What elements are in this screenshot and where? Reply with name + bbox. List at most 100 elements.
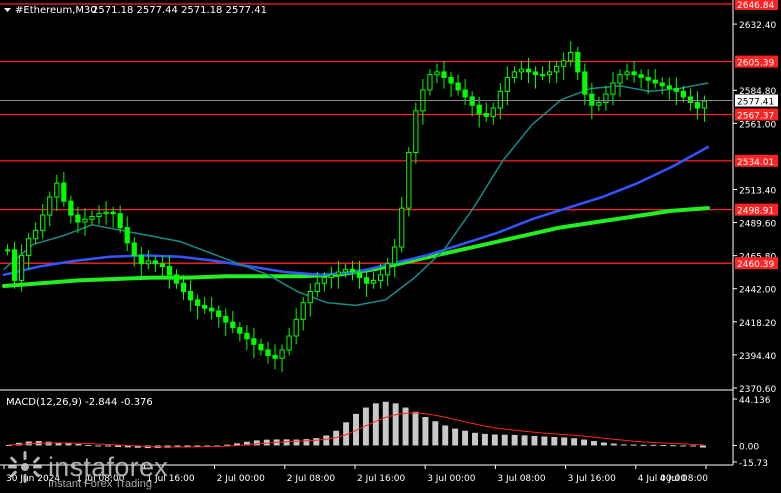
macd-histogram-bar — [610, 443, 617, 446]
candle-body-bull — [103, 211, 109, 215]
candle-body-bear — [532, 71, 539, 76]
candle-body-bull — [335, 271, 342, 276]
candle-body-bull — [511, 71, 518, 78]
chart-svg[interactable]: 2577.41 2632.40 2584.80 2561.00 2513.40 2489… — [0, 0, 781, 489]
candle-body-bear — [582, 71, 588, 95]
candle-body-bull — [26, 238, 32, 256]
macd-histogram-bar — [392, 403, 399, 446]
macd-histogram-bar — [442, 425, 449, 446]
candle-body-bear — [258, 343, 264, 351]
candle-body-bull — [328, 274, 334, 279]
candle-body-bull — [40, 214, 46, 231]
price-axis-label: 2394.40 — [739, 352, 776, 362]
candle-body-bull — [610, 82, 616, 95]
candle-body-bear — [131, 242, 137, 256]
candle-body-bull — [96, 213, 102, 217]
candle-body-bull — [546, 71, 553, 76]
current-price-text: 2577.41 — [737, 98, 774, 108]
macd-histogram-bar — [283, 439, 290, 446]
candle-body-bull — [18, 254, 25, 281]
macd-histogram-bar — [462, 430, 469, 446]
macd-histogram-bar — [650, 444, 657, 446]
candle-body-bear — [237, 327, 243, 334]
macd-histogram-bar — [561, 437, 568, 446]
price-axis-label: 2584.80 — [739, 87, 776, 97]
candle-body-bear — [117, 213, 123, 229]
level-label-text: 2498.91 — [737, 207, 774, 217]
price-axis-label: 2632.40 — [739, 21, 776, 31]
candle-body-bear — [230, 321, 236, 329]
candle-body-bull — [427, 74, 433, 91]
macd-axis-label: -15.73 — [739, 459, 768, 469]
candle-body-bear — [11, 249, 18, 281]
macd-histogram-bar — [432, 421, 439, 446]
macd-histogram-bar — [85, 445, 92, 447]
candle-body-bull — [314, 282, 320, 293]
time-axis-label: 3 Jul 00:00 — [427, 474, 476, 484]
candle-body-bull — [497, 90, 503, 109]
candle-body-bull — [539, 74, 546, 77]
candle-body-bear — [645, 76, 651, 81]
candle-body-bear — [363, 277, 370, 284]
candle-body-bear — [631, 71, 637, 76]
candle-body-bull — [504, 76, 510, 92]
candle-body-bear — [209, 307, 215, 312]
macd-histogram-bar — [640, 444, 647, 446]
macd-histogram-bar — [571, 438, 578, 446]
macd-histogram-bar — [531, 435, 538, 446]
candle-body-bear — [166, 266, 173, 276]
candle-body-bull — [603, 93, 609, 103]
candle-body-bull — [82, 218, 88, 223]
level-label-text: 2460.39 — [737, 260, 774, 270]
level-label-text: 2534.01 — [737, 158, 774, 168]
price-axis-label: 2442.00 — [739, 286, 776, 296]
macd-histogram-bar — [422, 417, 429, 446]
candle-body-bull — [554, 65, 560, 73]
candle-body-bull — [54, 182, 60, 198]
candle-body-bear — [152, 260, 158, 265]
candle-body-bear — [173, 274, 180, 284]
candle-body-bear — [251, 338, 257, 345]
candle-body-bull — [399, 207, 405, 248]
price-axis-label: 2489.60 — [739, 220, 776, 230]
macd-histogram-bar — [75, 443, 82, 446]
macd-histogram-bar — [303, 439, 310, 446]
macd-histogram-bar — [115, 445, 122, 448]
candle-body-bull — [33, 229, 39, 240]
candle-body-bear — [75, 214, 81, 223]
price-axis-label: 2513.40 — [739, 186, 776, 196]
candle-body-bear — [180, 282, 187, 293]
candle-body-bull — [518, 68, 525, 73]
level-label: 2534.01 — [735, 154, 778, 168]
candle-body-bear — [61, 182, 67, 202]
macd-histogram-bar — [313, 438, 320, 446]
candle-body-bull — [617, 74, 623, 84]
macd-histogram-bar — [382, 401, 389, 446]
macd-histogram-bar — [521, 435, 528, 446]
chart-header: #Ethereum,M30 2571.18 2577.44 2571.18 25… — [4, 5, 267, 16]
candle-body-bear — [272, 354, 278, 359]
candle-body-bull — [4, 249, 11, 252]
macd-histogram-bar — [481, 433, 488, 446]
candle-body-bear — [110, 211, 116, 215]
candle-body-bear — [666, 85, 672, 90]
candle-body-bear — [659, 82, 665, 87]
candle-body-bull — [385, 263, 391, 276]
time-axis-label: 2 Jul 16:00 — [357, 474, 406, 484]
candle[interactable] — [406, 146, 412, 217]
candle-body-bear — [223, 316, 229, 323]
candle-body-bull — [434, 71, 440, 76]
candle-body-bear — [462, 89, 468, 98]
time-axis-label: 4 Jul 08:00 — [660, 474, 709, 484]
candle-body-bear — [356, 271, 363, 279]
candle-body-bear — [124, 227, 130, 244]
price-axis-label: 2370.60 — [739, 385, 776, 395]
candle-body-bear — [265, 349, 271, 356]
trading-terminal: 2577.41 2632.40 2584.80 2561.00 2513.40 2489… — [0, 0, 781, 490]
macd-histogram-bar — [65, 443, 72, 446]
candle-body-bull — [596, 101, 602, 106]
time-axis-label: 3 Jul 16:00 — [568, 474, 617, 484]
candle-body-bear — [441, 71, 447, 78]
macd-histogram-bar — [620, 444, 627, 446]
candle-body-bear — [525, 68, 532, 73]
